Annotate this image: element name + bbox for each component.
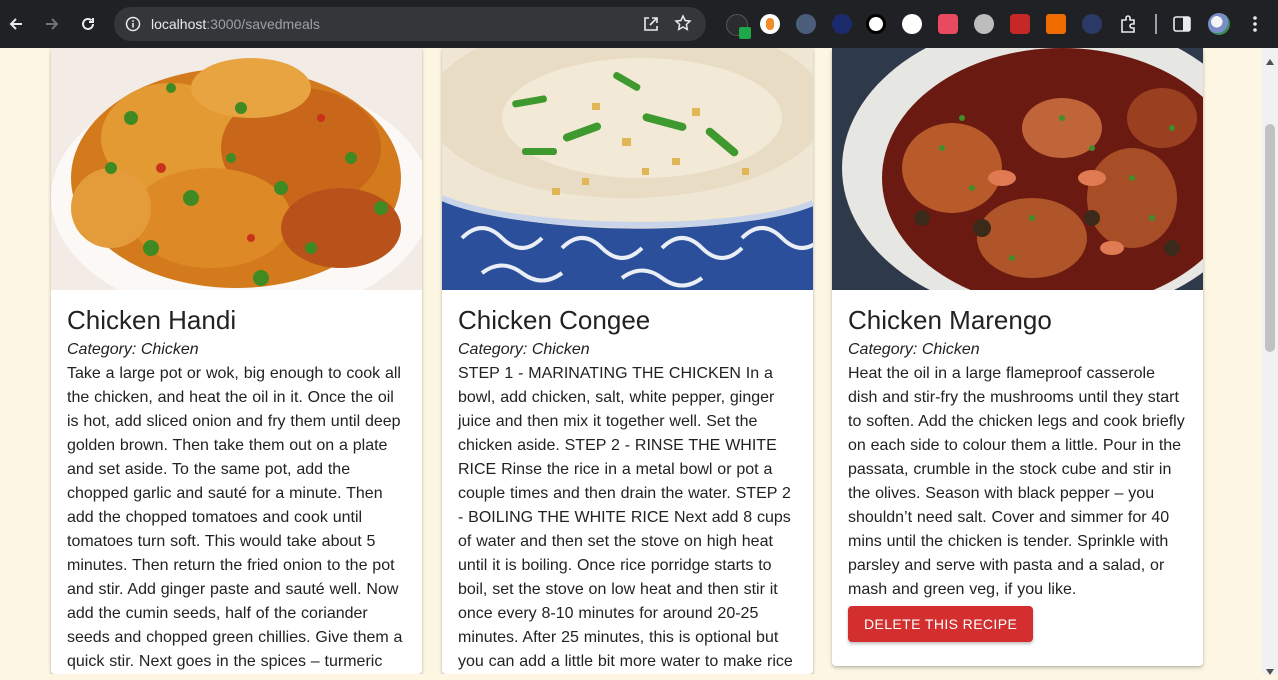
toolbar-divider [1155, 14, 1157, 34]
extension-icon[interactable] [1046, 14, 1066, 34]
url-path: :3000/savedmeals [206, 16, 320, 32]
recipe-instructions: STEP 1 - MARINATING THE CHICKEN In a bow… [458, 365, 793, 670]
bookmark-star-icon[interactable] [674, 14, 692, 37]
recipe-card: Chicken Congee Category: Chicken STEP 1 … [442, 48, 813, 674]
back-icon[interactable] [4, 12, 28, 36]
address-bar[interactable]: localhost:3000/savedmeals [114, 7, 706, 41]
url-text[interactable]: localhost:3000/savedmeals [151, 16, 320, 32]
page-scrollbar[interactable] [1262, 48, 1278, 675]
recipe-title: Chicken Congee [458, 305, 651, 335]
recipe-image-chicken-congee [442, 48, 813, 290]
extension-icon[interactable] [974, 14, 994, 34]
scroll-up-arrow-icon[interactable] [1266, 52, 1274, 70]
recipe-instructions: Heat the oil in a large flameproof casse… [848, 365, 1185, 598]
reload-icon[interactable] [76, 12, 100, 36]
extension-icon[interactable] [1082, 14, 1102, 34]
extension-icon[interactable] [726, 14, 751, 39]
recipe-image-chicken-handi [51, 48, 422, 290]
profile-avatar[interactable] [1208, 13, 1230, 35]
extension-icon[interactable] [902, 14, 922, 34]
delete-recipe-button[interactable]: DELETE THIS RECIPE [848, 606, 1034, 642]
recipe-card: Chicken Handi Category: Chicken Take a l… [51, 48, 422, 674]
lock-extension-icon[interactable] [866, 14, 886, 34]
extension-icon[interactable] [1010, 14, 1030, 34]
extensions-puzzle-icon[interactable] [1118, 13, 1140, 40]
open-in-new-icon[interactable] [642, 15, 660, 38]
browser-toolbar: localhost:3000/savedmeals [0, 0, 1278, 48]
recipe-card: Chicken Marengo Category: Chicken Heat t… [832, 48, 1203, 666]
site-info-icon[interactable] [125, 16, 141, 37]
recipe-instructions: Take a large pot or wok, big enough to c… [67, 365, 403, 670]
recipe-title: Chicken Marengo [848, 305, 1052, 335]
scroll-down-arrow-icon[interactable] [1266, 662, 1274, 680]
recipe-category: Category: Chicken [67, 341, 199, 358]
forward-icon[interactable] [40, 12, 64, 36]
scrollbar-thumb[interactable] [1265, 124, 1275, 352]
recipe-title: Chicken Handi [67, 305, 237, 335]
recipe-category: Category: Chicken [848, 341, 980, 358]
page-content: Chicken Handi Category: Chicken Take a l… [0, 48, 1262, 674]
menu-kebab-icon[interactable] [1246, 14, 1264, 39]
side-panel-icon[interactable] [1172, 14, 1192, 39]
extension-icon[interactable] [760, 14, 780, 34]
extension-icon[interactable] [832, 14, 852, 34]
recipe-category: Category: Chicken [458, 341, 590, 358]
extension-icon[interactable] [938, 14, 958, 34]
shield-extension-icon[interactable] [796, 14, 816, 34]
url-host: localhost [151, 16, 207, 32]
recipe-image-chicken-marengo [832, 48, 1203, 290]
